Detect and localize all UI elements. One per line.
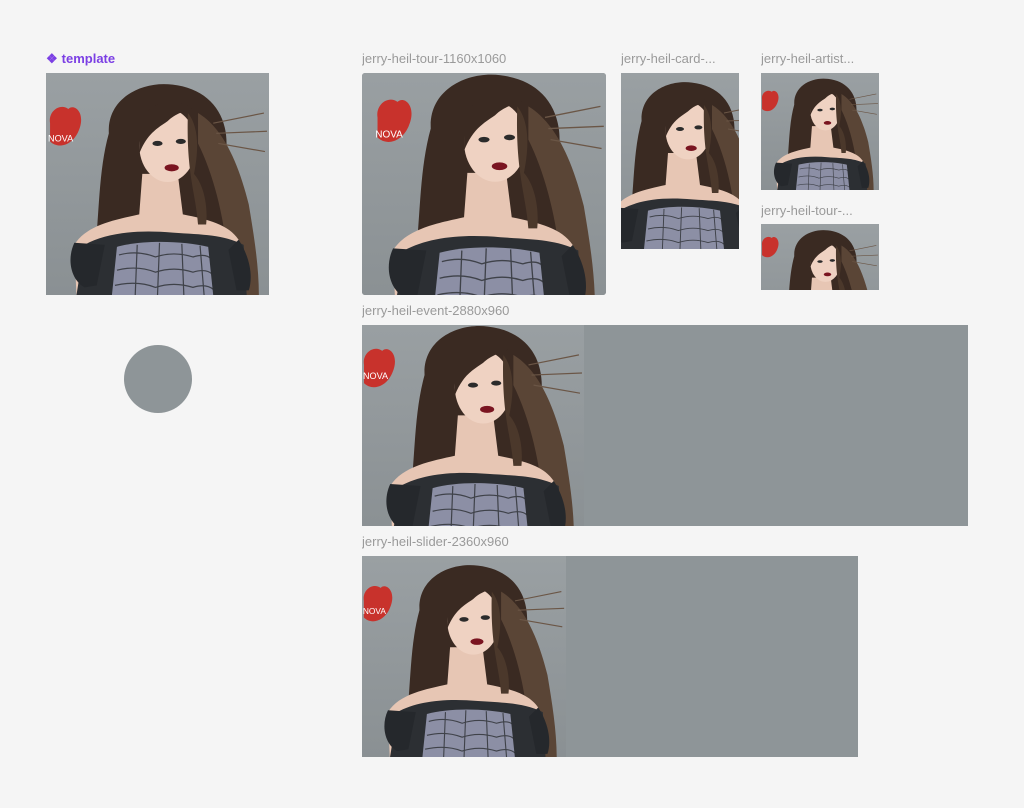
- portrait-image: NOVA: [362, 325, 584, 526]
- frame-label-event[interactable]: jerry-heil-event-2880x960: [362, 303, 509, 319]
- svg-text:NOVA: NOVA: [363, 606, 386, 616]
- portrait-image: NOVA: [362, 556, 566, 757]
- frame-label-artist[interactable]: jerry-heil-artist...: [761, 51, 879, 67]
- frame-label-card[interactable]: jerry-heil-card-...: [621, 51, 739, 67]
- frame-label-tour-small[interactable]: jerry-heil-tour-...: [761, 203, 879, 219]
- svg-text:NOVA: NOVA: [375, 129, 403, 140]
- component-name: template: [61, 51, 116, 66]
- svg-text:NOVA: NOVA: [48, 133, 74, 143]
- frame-label-tour-large[interactable]: jerry-heil-tour-1160x1060: [362, 51, 506, 67]
- portrait-image: [761, 224, 879, 290]
- portrait-image: [761, 73, 879, 190]
- frame-slider[interactable]: NOVA: [362, 556, 858, 757]
- avatar-circle[interactable]: [124, 345, 192, 413]
- svg-text:NOVA: NOVA: [363, 371, 389, 381]
- frame-label-slider[interactable]: jerry-heil-slider-2360x960: [362, 534, 509, 550]
- frame-card[interactable]: [621, 73, 739, 249]
- component-label[interactable]: ❖ template: [46, 51, 115, 67]
- portrait-image: [621, 73, 739, 249]
- frame-event[interactable]: NOVA: [362, 325, 968, 526]
- template-frame[interactable]: NOVA: [46, 73, 269, 295]
- frame-tour-large[interactable]: NOVA: [362, 73, 606, 295]
- portrait-image: NOVA: [362, 73, 606, 295]
- frame-artist[interactable]: [761, 73, 879, 190]
- frame-tour-small[interactable]: [761, 224, 879, 290]
- portrait-image: NOVA: [46, 73, 269, 295]
- component-diamond-icon: ❖: [46, 51, 58, 66]
